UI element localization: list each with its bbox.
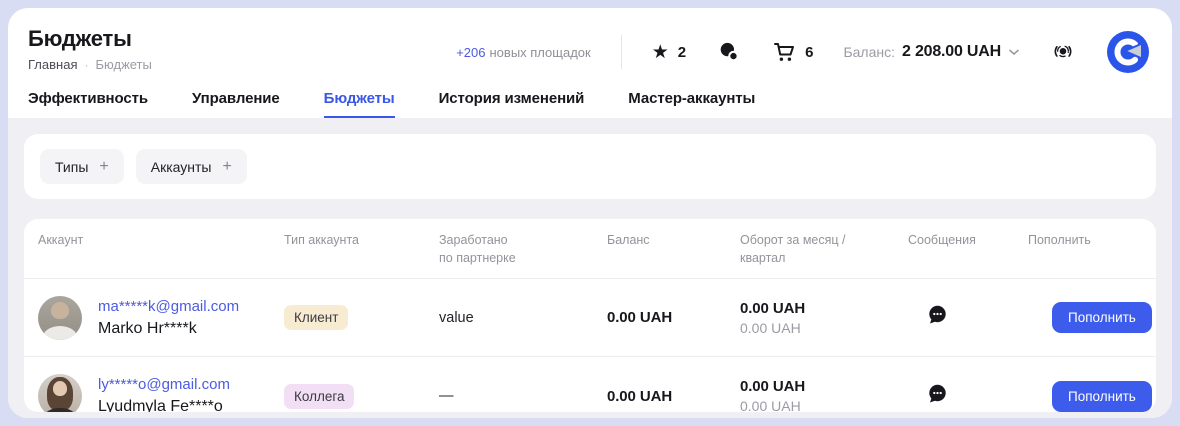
app-panel: Бюджеты Главная · Бюджеты +206 новых площ… [8, 8, 1172, 418]
column-header-account-type: Тип аккаунта [270, 232, 425, 250]
account-name: Lyudmyla Fe****o [98, 397, 230, 412]
turnover-month: 0.00 UAH [740, 300, 894, 317]
avatar-shape [44, 408, 76, 412]
header-stats: +206 новых площадок ★ 2 [456, 30, 1150, 74]
tab-effectiveness[interactable]: Эффективность [28, 90, 148, 118]
account-cell: ma*****k@gmail.com Marko Hr****k [24, 296, 270, 340]
plus-icon: + [99, 158, 108, 176]
avatar-shape [53, 381, 67, 396]
page-background: Бюджеты Главная · Бюджеты +206 новых площ… [0, 0, 1180, 426]
account-type-cell: Коллега [270, 384, 425, 409]
account-email-link[interactable]: ly*****o@gmail.com [98, 375, 230, 394]
filter-chip-label: Типы [55, 159, 88, 175]
account-email-link[interactable]: ma*****k@gmail.com [98, 297, 239, 316]
header: Бюджеты Главная · Бюджеты +206 новых площ… [8, 8, 1172, 74]
balance-cell: 0.00 UAH [593, 388, 726, 405]
account-cell: ly*****o@gmail.com Lyudmyla Fe****o [24, 374, 270, 412]
message-icon[interactable] [926, 304, 948, 326]
account-type-cell: Клиент [270, 305, 425, 330]
new-sites-label: новых площадок [490, 45, 591, 60]
column-header-messages: Сообщения [894, 232, 1014, 250]
tab-budgets[interactable]: Бюджеты [324, 90, 395, 118]
favorites-count: 2 [678, 44, 686, 61]
topup-button[interactable]: Пополнить [1052, 381, 1152, 412]
message-icon[interactable] [926, 383, 948, 405]
accounts-table: Аккаунт Тип аккаунта Заработано по партн… [24, 219, 1156, 412]
header-divider [621, 35, 622, 69]
balance-dropdown[interactable]: Баланс: 2 208.00 UAH [843, 43, 1020, 61]
balance-cell: 0.00 UAH [593, 309, 726, 326]
messages-cell [894, 304, 1014, 331]
earned-cell: — [425, 388, 593, 404]
chat-icon[interactable] [716, 39, 742, 65]
column-header-topup: Пополнить [1014, 232, 1156, 250]
column-header-balance: Баланс [593, 232, 726, 250]
table-row: ma*****k@gmail.com Marko Hr****k Клиент … [24, 279, 1156, 357]
breadcrumb: Главная · Бюджеты [28, 57, 152, 72]
account-name: Marko Hr****k [98, 319, 239, 339]
cart-count: 6 [805, 44, 813, 61]
filter-chip-accounts[interactable]: Аккаунты + [136, 149, 247, 184]
table-row: ly*****o@gmail.com Lyudmyla Fe****o Колл… [24, 357, 1156, 412]
topup-cell: Пополнить [1014, 302, 1156, 333]
messages-cell [894, 383, 1014, 410]
turnover-cell: 0.00 UAH 0.00 UAH [726, 300, 894, 336]
turnover-quarter: 0.00 UAH [740, 398, 894, 412]
content-area: Типы + Аккаунты + Аккаунт Тип аккаунта [8, 118, 1172, 418]
tab-bar: Эффективность Управление Бюджеты История… [8, 90, 1172, 118]
account-type-badge: Коллега [284, 384, 354, 409]
avatar-shape [51, 302, 69, 319]
new-sites-link[interactable]: +206 новых площадок [456, 45, 591, 60]
filters-card: Типы + Аккаунты + [24, 134, 1156, 199]
chevron-down-icon [1008, 48, 1020, 56]
favorites-widget[interactable]: ★ 2 [652, 43, 686, 62]
app-logo[interactable] [1106, 30, 1150, 74]
tab-master-accounts[interactable]: Мастер-аккаунты [628, 90, 755, 118]
earned-cell: value [425, 310, 593, 326]
account-identity: ma*****k@gmail.com Marko Hr****k [98, 297, 239, 339]
plus-icon: + [222, 158, 231, 176]
filter-chip-types[interactable]: Типы + [40, 149, 124, 184]
turnover-quarter: 0.00 UAH [740, 320, 894, 336]
avatar [38, 296, 82, 340]
notification-icon[interactable] [1050, 39, 1076, 65]
topup-cell: Пополнить [1014, 381, 1156, 412]
avatar [38, 374, 82, 412]
balance-label: Баланс: [843, 44, 895, 60]
tab-change-history[interactable]: История изменений [439, 90, 585, 118]
filter-chip-label: Аккаунты [151, 159, 212, 175]
star-icon: ★ [652, 43, 669, 62]
breadcrumb-home-link[interactable]: Главная [28, 57, 77, 72]
account-identity: ly*****o@gmail.com Lyudmyla Fe****o [98, 375, 230, 412]
avatar-shape [43, 326, 77, 340]
page-title: Бюджеты [28, 26, 152, 52]
turnover-month: 0.00 UAH [740, 378, 894, 395]
turnover-cell: 0.00 UAH 0.00 UAH [726, 378, 894, 412]
title-block: Бюджеты Главная · Бюджеты [28, 26, 152, 72]
new-sites-count: +206 [456, 45, 485, 60]
tab-management[interactable]: Управление [192, 90, 280, 118]
column-header-earned: Заработано по партнерке [425, 232, 593, 267]
column-header-account: Аккаунт [24, 232, 270, 250]
breadcrumb-current: Бюджеты [95, 57, 151, 72]
balance-value: 2 208.00 UAH [902, 43, 1001, 61]
table-header-row: Аккаунт Тип аккаунта Заработано по партн… [24, 219, 1156, 279]
cart-icon [772, 40, 796, 64]
cart-widget[interactable]: 6 [772, 40, 813, 64]
breadcrumb-separator: · [84, 58, 88, 72]
column-header-turnover: Оборот за месяц / квартал [726, 232, 894, 267]
topup-button[interactable]: Пополнить [1052, 302, 1152, 333]
account-type-badge: Клиент [284, 305, 348, 330]
